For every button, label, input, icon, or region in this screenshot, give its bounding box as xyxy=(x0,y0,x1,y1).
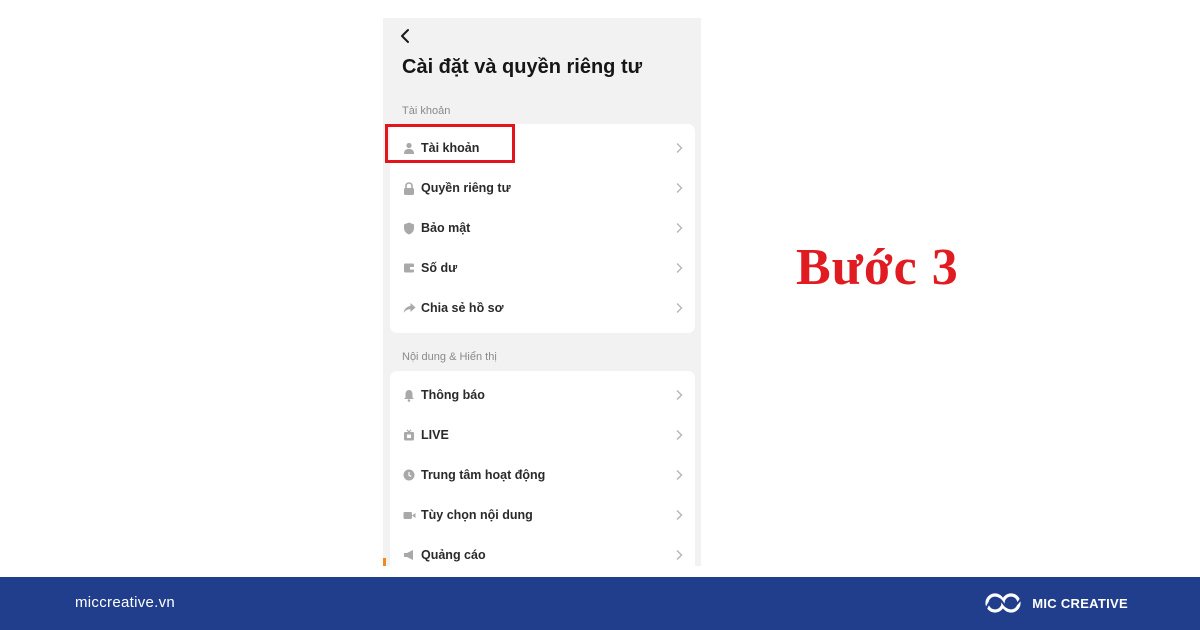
settings-item-privacy[interactable]: Quyền riêng tư xyxy=(390,168,695,208)
phone-screenshot: Cài đặt và quyền riêng tư Tài khoản Tài … xyxy=(383,18,701,566)
site-url[interactable]: miccreative.vn xyxy=(75,594,175,611)
chevron-right-icon xyxy=(676,470,683,480)
chevron-right-icon xyxy=(676,430,683,440)
settings-item-activity-center[interactable]: Trung tâm hoạt động xyxy=(390,455,695,495)
person-icon xyxy=(402,141,416,155)
page-title: Cài đặt và quyền riêng tư xyxy=(402,56,643,78)
chevron-right-icon xyxy=(676,183,683,193)
settings-item-label: Trung tâm hoạt động xyxy=(421,468,546,482)
chevron-left-icon xyxy=(401,29,409,43)
settings-item-ads[interactable]: Quảng cáo xyxy=(390,535,695,566)
mic-creative-logo-icon xyxy=(985,593,1024,613)
wallet-icon xyxy=(402,261,416,275)
video-camera-icon xyxy=(402,508,416,522)
clock-icon xyxy=(402,468,416,482)
chevron-right-icon xyxy=(676,550,683,560)
settings-item-label: Thông báo xyxy=(421,388,485,402)
settings-item-account[interactable]: Tài khoản xyxy=(390,128,695,168)
settings-item-label: Bảo mật xyxy=(421,221,471,235)
account-settings-card: Tài khoản Quyền riêng tư Bảo mật Số dư C… xyxy=(390,124,695,333)
settings-item-label: Quảng cáo xyxy=(421,548,486,562)
bell-icon xyxy=(402,388,416,402)
chevron-right-icon xyxy=(676,223,683,233)
chevron-right-icon xyxy=(676,510,683,520)
live-tv-icon xyxy=(402,428,416,442)
section-label-content-display: Nội dung & Hiển thị xyxy=(402,351,497,363)
megaphone-icon xyxy=(402,548,416,562)
footer-bar: miccreative.vn MIC CREATIVE xyxy=(0,577,1200,630)
settings-item-label: LIVE xyxy=(421,428,449,442)
share-arrow-icon xyxy=(402,301,416,315)
settings-item-label: Tùy chọn nội dung xyxy=(421,508,533,522)
settings-item-label: Quyền riêng tư xyxy=(421,181,511,195)
section-label-account: Tài khoản xyxy=(402,105,451,117)
content-display-card: Thông báo LIVE Trung tâm hoạt động Tùy c… xyxy=(390,371,695,566)
brand-name: MIC CREATIVE xyxy=(1032,595,1128,611)
settings-item-notifications[interactable]: Thông báo xyxy=(390,375,695,415)
settings-item-label: Số dư xyxy=(421,261,458,275)
settings-item-label: Chia sẻ hồ sơ xyxy=(421,301,504,315)
settings-item-content-preferences[interactable]: Tùy chọn nội dung xyxy=(390,495,695,535)
settings-item-label: Tài khoản xyxy=(421,141,480,155)
settings-item-live[interactable]: LIVE xyxy=(390,415,695,455)
settings-item-balance[interactable]: Số dư xyxy=(390,248,695,288)
chevron-right-icon xyxy=(676,303,683,313)
step-title: Bước 3 xyxy=(796,239,959,296)
settings-item-security[interactable]: Bảo mật xyxy=(390,208,695,248)
scroll-indicator-mark xyxy=(383,558,386,566)
back-button[interactable] xyxy=(393,24,417,48)
chevron-right-icon xyxy=(676,390,683,400)
settings-item-share-profile[interactable]: Chia sẻ hồ sơ xyxy=(390,288,695,328)
chevron-right-icon xyxy=(676,263,683,273)
shield-icon xyxy=(402,221,416,235)
brand: MIC CREATIVE xyxy=(984,590,1128,616)
chevron-right-icon xyxy=(676,143,683,153)
lock-icon xyxy=(402,181,416,195)
